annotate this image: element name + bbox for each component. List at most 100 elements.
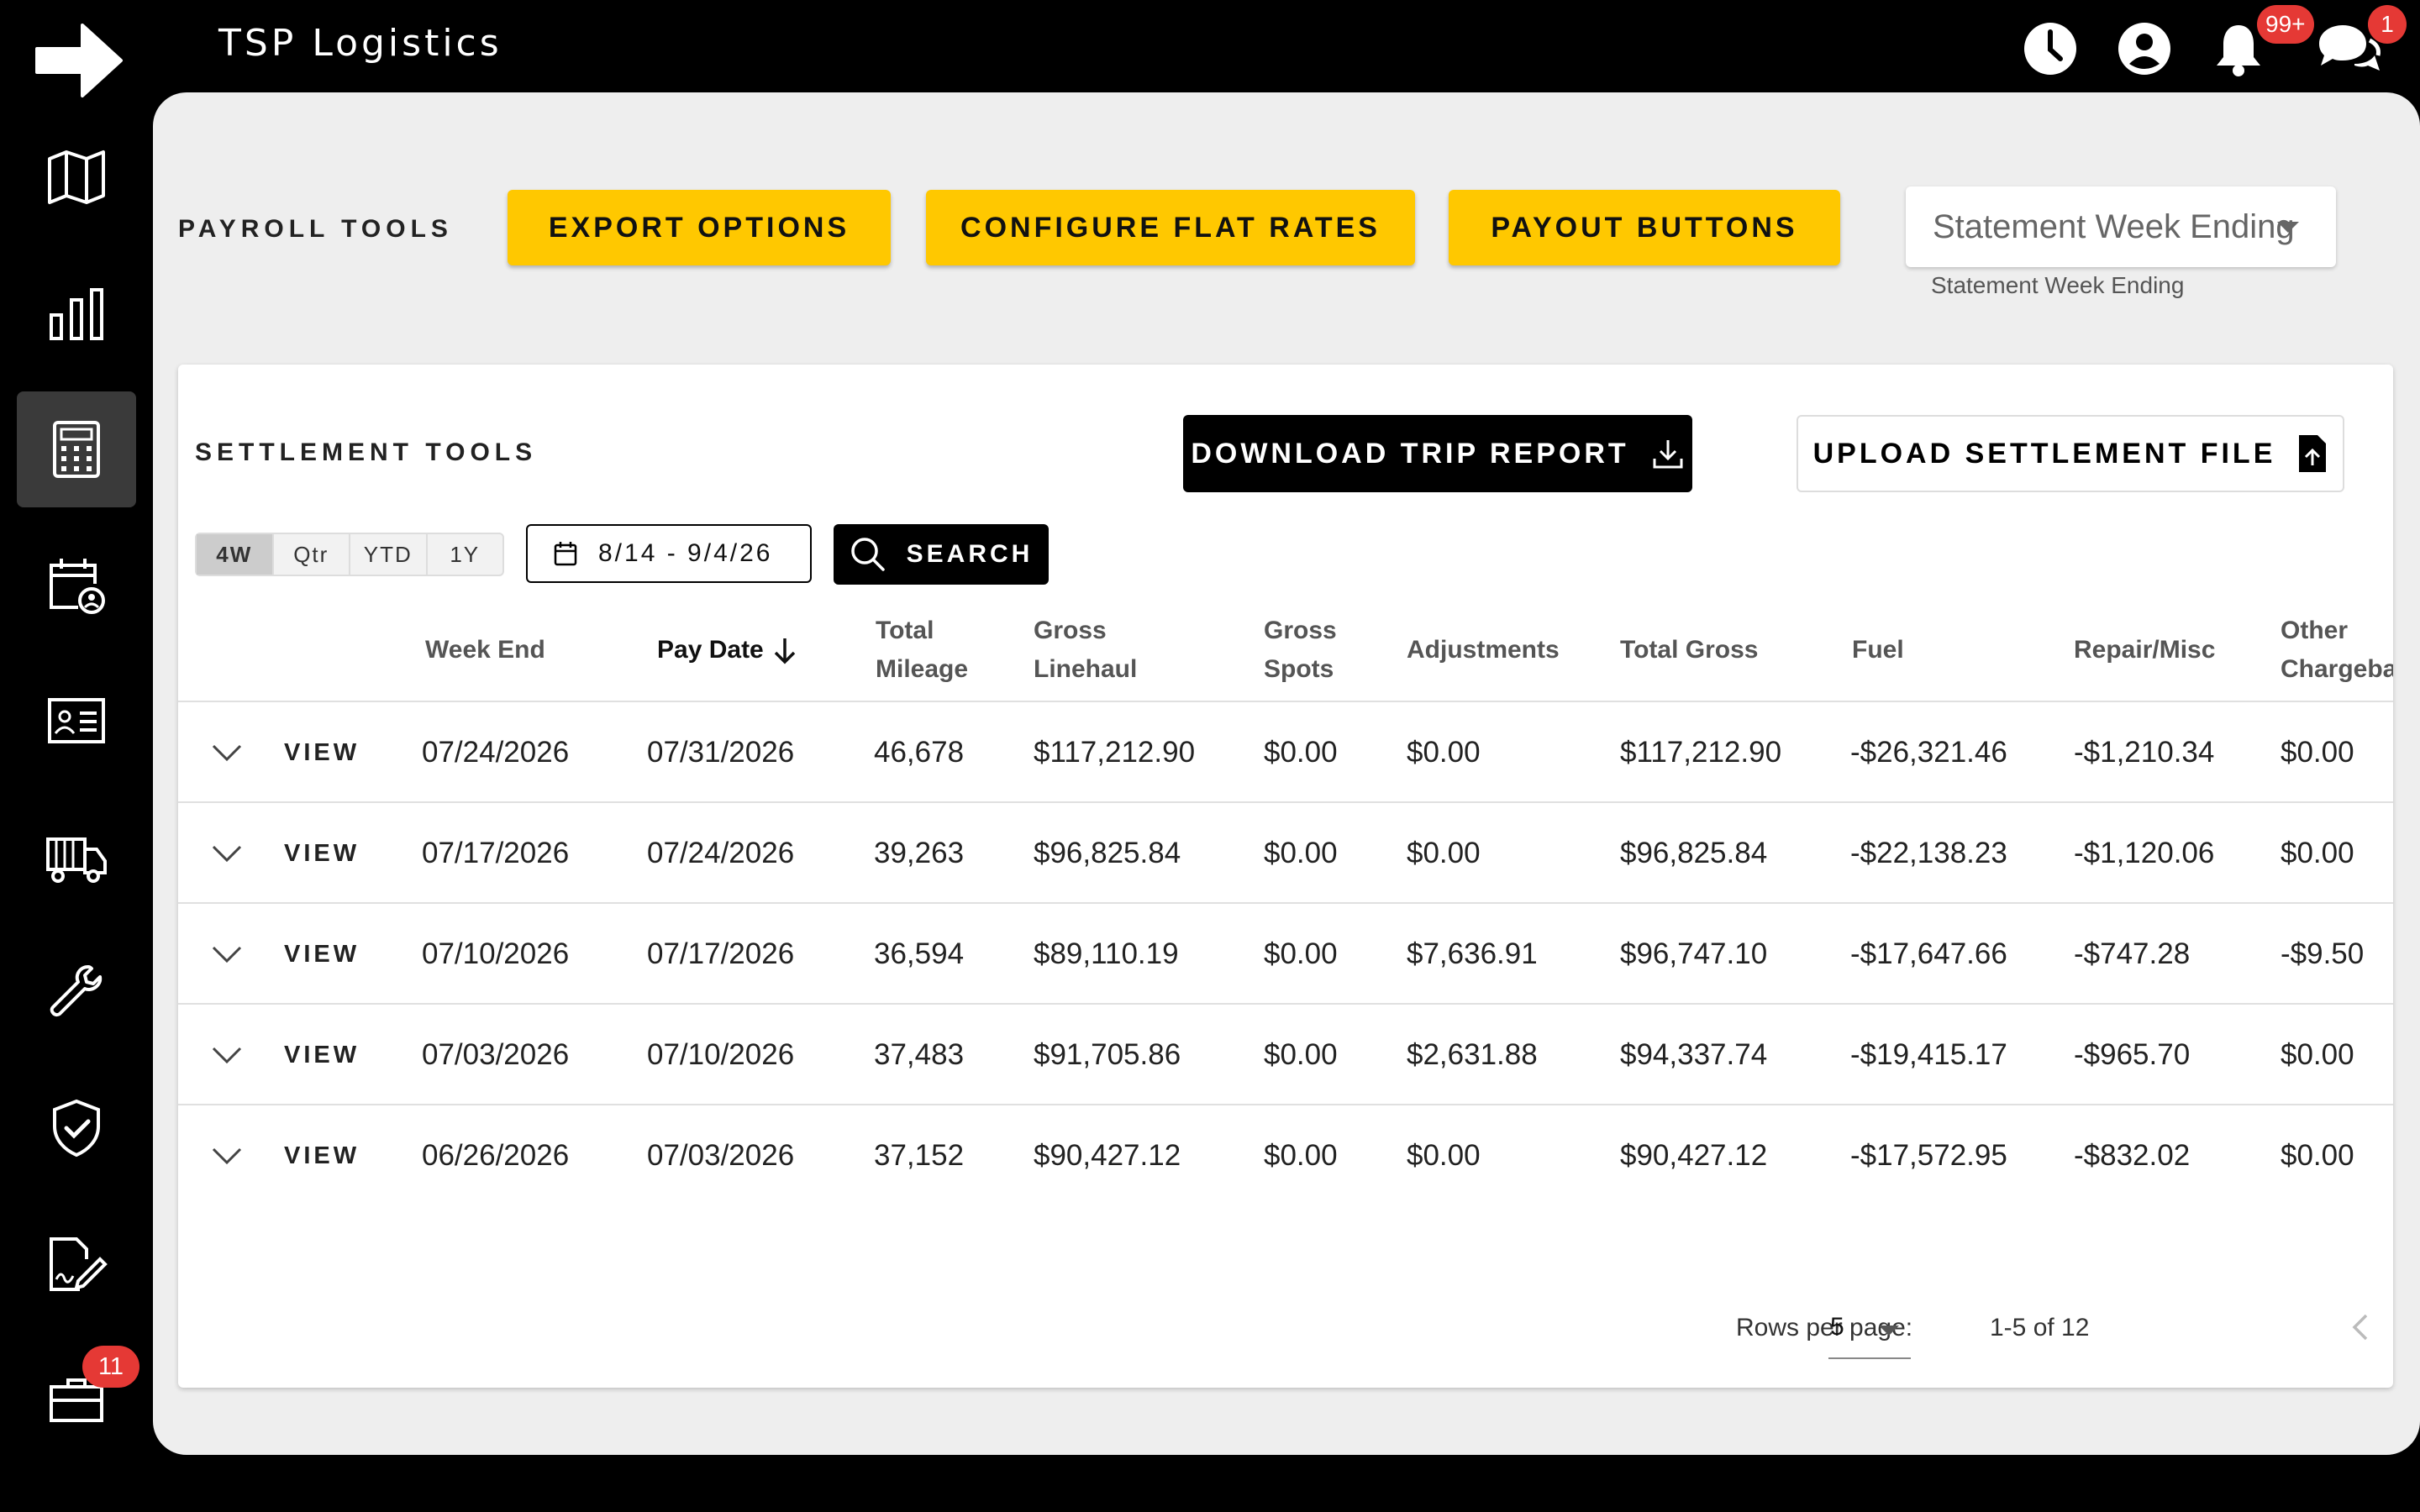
- calendar-icon: [554, 542, 577, 566]
- rows-per-page-caret-icon: [1879, 1326, 1899, 1336]
- id-card-icon: [48, 698, 105, 743]
- cell-adjustments: $0.00: [1407, 1139, 1481, 1172]
- cell-repair-misc: -$1,120.06: [2074, 837, 2215, 869]
- expand-row-chevron-icon[interactable]: [210, 1105, 244, 1206]
- view-link[interactable]: VIEW: [284, 1105, 360, 1206]
- cell-week-end: 07/03/2026: [422, 1038, 570, 1071]
- cell-gross-linehaul: $89,110.19: [1034, 937, 1179, 970]
- cell-adjustments: $0.00: [1407, 837, 1481, 869]
- cell-pay-date: 07/10/2026: [647, 1038, 795, 1071]
- cell-other-chargebacks: $0.00: [2281, 1038, 2354, 1071]
- col-gross-linehaul[interactable]: Gross Linehaul: [1034, 608, 1137, 692]
- calculator-icon: [53, 421, 100, 478]
- cell-repair-misc: -$747.28: [2074, 937, 2191, 970]
- download-trip-report-button[interactable]: DOWNLOAD TRIP REPORT: [1183, 415, 1692, 492]
- expand-row-chevron-icon[interactable]: [210, 1005, 244, 1105]
- account-icon[interactable]: [2114, 18, 2175, 79]
- range-1y[interactable]: 1Y: [428, 534, 503, 575]
- view-link[interactable]: VIEW: [284, 1005, 360, 1105]
- range-qtr[interactable]: Qtr: [274, 534, 350, 575]
- col-gross-spots[interactable]: Gross Spots: [1264, 608, 1337, 692]
- range-4w[interactable]: 4W: [197, 534, 274, 575]
- col-pay-date[interactable]: Pay Date: [657, 608, 799, 692]
- jobs-badge: 11: [82, 1346, 139, 1388]
- rows-per-page-select[interactable]: 5: [1828, 1297, 1911, 1359]
- cell-gross-linehaul: $96,825.84: [1034, 837, 1181, 869]
- date-range-picker[interactable]: 8/14 - 9/4/26: [526, 524, 812, 583]
- cell-total-mileage: 37,152: [874, 1139, 965, 1172]
- sidebar-item-fleet[interactable]: [17, 800, 136, 916]
- col-total-gross[interactable]: Total Gross: [1620, 608, 1758, 692]
- range-ytd[interactable]: YTD: [350, 534, 428, 575]
- settlement-tools-title: SETTLEMENT TOOLS: [195, 438, 538, 466]
- cell-total-gross: $96,825.84: [1620, 837, 1768, 869]
- search-button[interactable]: SEARCH: [834, 524, 1049, 585]
- table-row: VIEW 06/26/2026 07/03/2026 37,152 $90,42…: [178, 1105, 2393, 1206]
- file-upload-icon: [2299, 435, 2327, 472]
- expand-row-chevron-icon[interactable]: [210, 904, 244, 1005]
- bar-chart-icon: [50, 288, 103, 340]
- cell-fuel: -$17,647.66: [1850, 937, 2007, 970]
- home-arrow-icon[interactable]: [34, 18, 126, 102]
- cell-pay-date: 07/24/2026: [647, 837, 795, 869]
- configure-flat-rates-button[interactable]: CONFIGURE FLAT RATES: [926, 190, 1415, 265]
- table-row: VIEW 07/17/2026 07/24/2026 39,263 $96,82…: [178, 803, 2393, 904]
- col-other-chargebacks[interactable]: Other Chargebacks: [2281, 608, 2393, 692]
- wrench-icon: [50, 965, 103, 1016]
- view-link[interactable]: VIEW: [284, 702, 360, 803]
- range-toggle-group: 4W Qtr YTD 1Y: [195, 533, 504, 576]
- sidebar-item-schedule[interactable]: [17, 528, 136, 643]
- sidebar-item-maintenance[interactable]: [17, 934, 136, 1050]
- download-icon: [1653, 440, 1683, 469]
- sidebar-item-drivers[interactable]: [17, 664, 136, 780]
- col-fuel[interactable]: Fuel: [1852, 608, 1904, 692]
- view-link[interactable]: VIEW: [284, 904, 360, 1005]
- rows-per-page-value: 5: [1830, 1313, 1844, 1341]
- payout-buttons-button[interactable]: PAYOUT BUTTONS: [1449, 190, 1840, 265]
- cell-week-end: 06/26/2026: [422, 1139, 570, 1172]
- upload-settlement-file-button[interactable]: UPLOAD SETTLEMENT FILE: [1797, 415, 2344, 492]
- cell-other-chargebacks: $0.00: [2281, 736, 2354, 769]
- sidebar-item-documents[interactable]: [17, 1206, 136, 1322]
- cell-week-end: 07/10/2026: [422, 937, 570, 970]
- cell-repair-misc: -$1,210.34: [2074, 736, 2215, 769]
- cell-repair-misc: -$965.70: [2074, 1038, 2191, 1071]
- col-pay-date-label: Pay Date: [657, 636, 764, 664]
- export-options-button[interactable]: EXPORT OPTIONS: [508, 190, 891, 265]
- cell-pay-date: 07/31/2026: [647, 736, 795, 769]
- cell-total-gross: $117,212.90: [1620, 736, 1782, 769]
- clock-icon[interactable]: [2020, 18, 2081, 79]
- col-week-end[interactable]: Week End: [425, 608, 545, 692]
- sidebar-item-reports[interactable]: [17, 255, 136, 371]
- sidebar-item-map[interactable]: [17, 119, 136, 235]
- expand-row-chevron-icon[interactable]: [210, 702, 244, 803]
- sidebar-item-compliance[interactable]: [17, 1070, 136, 1186]
- cell-gross-linehaul: $90,427.12: [1034, 1139, 1181, 1172]
- cell-fuel: -$19,415.17: [1850, 1038, 2007, 1071]
- cell-total-gross: $94,337.74: [1620, 1038, 1768, 1071]
- cell-total-mileage: 39,263: [874, 837, 965, 869]
- search-label: SEARCH: [906, 540, 1034, 568]
- expand-row-chevron-icon[interactable]: [210, 803, 244, 904]
- table-row: VIEW 07/24/2026 07/31/2026 46,678 $117,2…: [178, 702, 2393, 803]
- view-link[interactable]: VIEW: [284, 803, 360, 904]
- cell-total-mileage: 46,678: [874, 736, 965, 769]
- sidebar-item-payroll[interactable]: [17, 391, 136, 507]
- cell-pay-date: 07/03/2026: [647, 1139, 795, 1172]
- col-repair-misc[interactable]: Repair/Misc: [2074, 608, 2215, 692]
- search-icon: [850, 538, 885, 571]
- main-panel: PAYROLL TOOLS EXPORT OPTIONS CONFIGURE F…: [153, 92, 2420, 1455]
- col-total-mileage[interactable]: Total Mileage: [876, 608, 968, 692]
- prev-page-icon[interactable]: [2349, 1310, 2371, 1344]
- app-title: TSP Logistics: [218, 22, 502, 65]
- download-trip-report-label: DOWNLOAD TRIP REPORT: [1191, 437, 1629, 470]
- cell-fuel: -$26,321.46: [1850, 736, 2007, 769]
- shield-check-icon: [53, 1099, 100, 1158]
- cell-gross-linehaul: $91,705.86: [1034, 1038, 1181, 1071]
- statement-week-dropdown[interactable]: Statement Week Ending: [1906, 186, 2336, 267]
- cell-gross-linehaul: $117,212.90: [1034, 736, 1196, 769]
- col-adjustments[interactable]: Adjustments: [1407, 608, 1560, 692]
- sort-desc-icon: [774, 638, 795, 664]
- cell-gross-spots: $0.00: [1264, 1139, 1338, 1172]
- cell-total-gross: $96,747.10: [1620, 937, 1768, 970]
